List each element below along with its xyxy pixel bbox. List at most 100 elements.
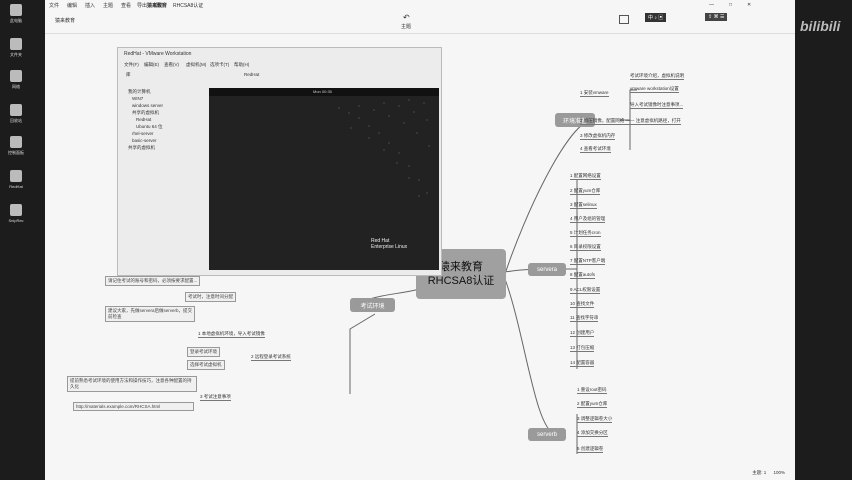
vm-tree-item[interactable]: RedHat <box>128 116 208 123</box>
servera-item[interactable]: 9 ACL权限设置 <box>570 287 601 294</box>
servera-item[interactable]: 5 计划任务cron <box>570 230 601 237</box>
desktop-icon-label: 回收站 <box>10 118 22 123</box>
servera-item[interactable]: 6 目录权限设置 <box>570 244 601 251</box>
menu-view[interactable]: 查看 <box>121 2 131 9</box>
vm-tree-item[interactable]: WIN7 <box>128 95 208 102</box>
vm-tree-item[interactable]: 共享的虚拟机 <box>128 144 208 151</box>
servera-item[interactable]: 1 配置网络设置 <box>570 173 601 180</box>
vm-menu-edit[interactable]: 编辑(E) <box>144 62 159 68</box>
servera-item[interactable]: 14 配置容器 <box>570 360 595 367</box>
desktop-icon-label: 网络 <box>12 84 20 89</box>
status-zoom[interactable]: 100% <box>773 470 785 475</box>
vm-tab-redhat[interactable]: RedHat <box>244 72 259 77</box>
vm-title: RedHat - VMware Workstation <box>124 51 192 57</box>
vm-tree-item[interactable]: rhel-server <box>128 130 208 137</box>
control-icon <box>10 136 22 148</box>
env-item[interactable]: 4 查看考试环境 <box>580 146 611 153</box>
servera-item[interactable]: 8 配置autofs <box>570 272 596 279</box>
topic-add-icon[interactable]: ↶ <box>403 13 410 22</box>
env-item[interactable]: 2 解压镜像，配置网络 —— 注意虚拟机路径，打开 <box>580 118 681 125</box>
vm-menu-vm[interactable]: 虚拟机(M) <box>186 62 206 68</box>
desktop-icon-redhat[interactable]: RedHat <box>4 170 28 189</box>
env-item[interactable]: 3 修改虚拟机内存 <box>580 133 616 140</box>
exam-item[interactable]: 1 本地虚拟机环境，导入考试镜像 <box>198 331 265 338</box>
vm-menu-file[interactable]: 文件(F) <box>124 62 139 68</box>
vm-tree-item[interactable]: windows server <box>128 102 208 109</box>
serverb-item[interactable]: 2 配置yum仓库 <box>577 401 608 408</box>
servera-item[interactable]: 7 配置NTP客户端 <box>570 258 606 265</box>
status-topic-count: 主题: 1 <box>752 470 767 475</box>
desktop-icon-label: 此电脑 <box>10 18 22 23</box>
doc-subtitle: RHCSA8认证 <box>173 3 204 9</box>
toolbar-topic-label: 主题 <box>401 24 412 30</box>
minimize-button[interactable]: — <box>709 2 714 8</box>
exam-item[interactable]: 3 考试注意事项 <box>200 394 231 401</box>
vm-tree-item[interactable]: 共享的虚拟机 <box>128 109 208 116</box>
servera-item[interactable]: 11 查找字符串 <box>570 315 599 322</box>
desktop-icon-computer[interactable]: 此电脑 <box>4 4 28 24</box>
serverb-item[interactable]: 4 添加交换分区 <box>577 430 608 437</box>
recorder-icon <box>10 204 22 216</box>
vm-tree-item[interactable]: 我的计算机 <box>128 88 208 95</box>
exam-note[interactable]: http://materials.example.com/RHCSA.html <box>73 402 194 411</box>
exam-note[interactable]: 登录考试环境 <box>187 347 220 357</box>
doc-name: 猿来教育 <box>147 3 168 9</box>
menu-insert[interactable]: 插入 <box>85 2 95 9</box>
vm-console-screen[interactable]: Mon 00:35 Red Hat Enterprise Linux <box>209 88 439 270</box>
vm-tree-item[interactable]: basic-server <box>128 137 208 144</box>
central-line2: RHCSA8认证 <box>427 275 495 287</box>
vm-menu-tabs[interactable]: 选项卡(T) <box>210 62 229 68</box>
vm-menu-view[interactable]: 查看(V) <box>164 62 179 68</box>
computer-icon <box>10 4 22 16</box>
topic-exam[interactable]: 考试环境 <box>350 298 395 312</box>
topic-serverb[interactable]: serverb <box>528 428 566 441</box>
outline-icon[interactable] <box>619 15 629 24</box>
serverb-item[interactable]: 5 创建逻辑卷 <box>577 446 604 453</box>
env-item[interactable]: 1 安装vmware <box>580 90 609 97</box>
env-subitem[interactable]: vmware workstation设置 <box>630 86 679 93</box>
exam-item[interactable]: 2 远程登录考试系统 <box>251 354 291 361</box>
desktop-icon-trash[interactable]: 回收站 <box>4 104 28 124</box>
env-subitem[interactable]: 考试环境介绍，虚拟机说明 <box>630 73 684 80</box>
serverb-item[interactable]: 3 调整逻辑卷大小 <box>577 416 613 423</box>
topic-servera[interactable]: servera <box>528 263 566 276</box>
network-icon <box>10 70 22 82</box>
desktop-icon-label: 控制面板 <box>8 150 24 155</box>
app-toolbar: 猿来教育 ↶ 主题 中 ♪ ▣ ⇪ ⌘ ☰ <box>45 9 795 34</box>
desktop-icon-folder[interactable]: 文件夹 <box>4 38 28 58</box>
serverb-item[interactable]: 1 重设root密码 <box>577 387 607 394</box>
vm-menu-help[interactable]: 帮助(H) <box>234 62 249 68</box>
exam-note[interactable]: 建议大家，先做servera后做serverb，提交前检查 <box>105 306 195 322</box>
exam-note[interactable]: 请记住考试的账号和密码，必须按要求配置... <box>105 276 201 286</box>
statusbar: 主题: 1 100% <box>752 470 785 476</box>
doc-tab[interactable]: 猿来教育 <box>55 17 75 24</box>
desktop-icon-label: 文件夹 <box>10 52 22 57</box>
servera-item[interactable]: 12 创建用户 <box>570 330 595 337</box>
zen-badge[interactable]: 中 ♪ ▣ <box>645 13 667 22</box>
servera-item[interactable]: 2 配置yum仓库 <box>570 188 601 195</box>
desktop-icon-network[interactable]: 网络 <box>4 70 28 90</box>
servera-item[interactable]: 13 打包压缩 <box>570 345 595 352</box>
exam-note[interactable]: 考试时，注意时间分配 <box>185 292 236 302</box>
menu-edit[interactable]: 编辑 <box>67 2 77 9</box>
close-button[interactable]: ✕ <box>747 2 751 8</box>
watermark: bilibili <box>800 18 841 34</box>
menu-topic[interactable]: 主题 <box>103 2 113 9</box>
env-subitem[interactable]: 导入考试镜像时注意事项... <box>630 102 684 109</box>
servera-item[interactable]: 10 查找文件 <box>570 301 595 308</box>
vmware-window: RedHat - VMware Workstation 文件(F) 编辑(E) … <box>117 47 442 276</box>
app-menubar: 文件 编辑 插入 主题 查看 导出 帮助 猿来教育 RHCSA8认证 — □ ✕ <box>45 0 795 9</box>
vm-tree-item[interactable]: Ubuntu 64 位 <box>128 123 208 130</box>
desktop-icon-recorder[interactable]: SnipRec <box>4 204 28 223</box>
share-button[interactable]: ⇪ ⌘ ☰ <box>705 13 728 21</box>
menu-file[interactable]: 文件 <box>49 2 59 9</box>
central-line1: 猿来教育 <box>439 261 483 273</box>
exam-note[interactable]: 提前熟悉考试环境的使用方法和操作技巧，注意各种配置的持久化 <box>67 376 197 392</box>
servera-item[interactable]: 3 配置selinux <box>570 202 597 209</box>
desktop-icon-control[interactable]: 控制面板 <box>4 136 28 156</box>
maximize-button[interactable]: □ <box>729 2 732 8</box>
servera-item[interactable]: 4 用户及组的管理 <box>570 216 606 223</box>
exam-note[interactable]: 选择考试虚拟机 <box>187 360 225 370</box>
vm-library-tree: 我的计算机 WIN7 windows server 共享的虚拟机 RedHat … <box>128 88 208 151</box>
menu-export[interactable]: 导出 <box>137 2 147 9</box>
